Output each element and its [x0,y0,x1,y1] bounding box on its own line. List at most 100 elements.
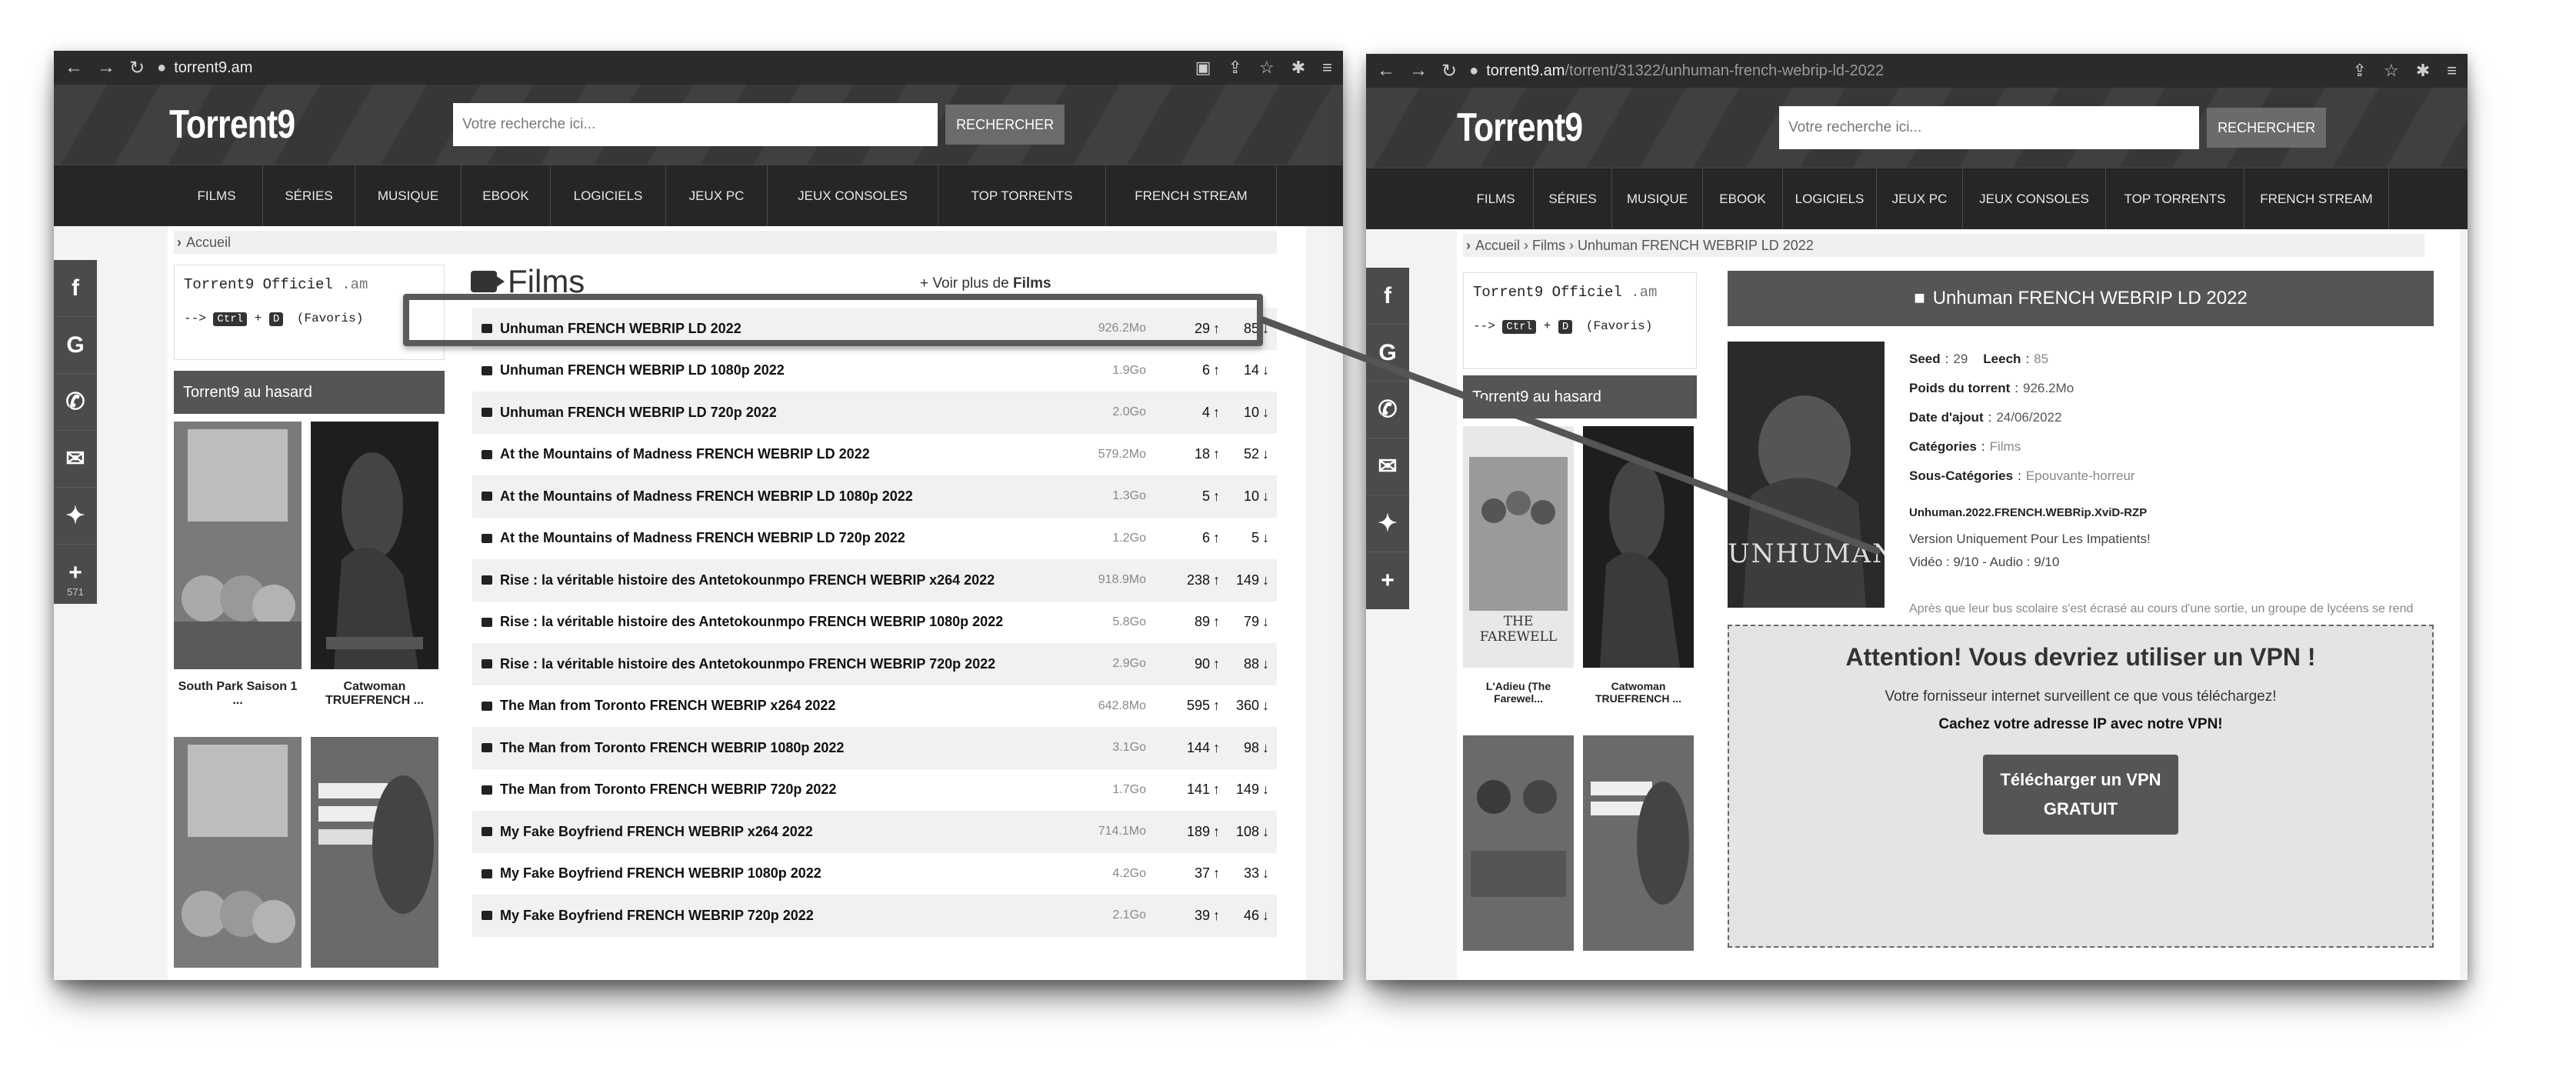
table-row[interactable]: Rise : la véritable histoire des Antetok… [472,559,1277,602]
breadcrumb-trail[interactable]: Accueil › Films › Unhuman FRENCH WEBRIP … [1475,238,1814,254]
table-row[interactable]: The Man from Toronto FRENCH WEBRIP x264 … [472,685,1277,728]
torrent-name[interactable]: Unhuman FRENCH WEBRIP LD 720p 2022 [500,405,1069,421]
menu-top-torrents[interactable]: TOP TORRENTS [2106,168,2244,230]
torrent-name[interactable]: My Fake Boyfriend FRENCH WEBRIP 720p 202… [500,908,1069,924]
menu-musique[interactable]: MUSIQUE [1612,168,1703,230]
torrent-name[interactable]: The Man from Toronto FRENCH WEBRIP x264 … [500,698,1069,714]
table-row[interactable]: My Fake Boyfriend FRENCH WEBRIP x264 202… [472,811,1277,853]
site-logo[interactable]: Torrent9 [1457,105,1583,151]
forward-icon[interactable]: → [1409,60,1428,82]
torrent-name[interactable]: At the Mountains of Madness FRENCH WEBRI… [500,530,1069,546]
messenger-icon[interactable]: ✉ [54,431,97,488]
address-bar[interactable]: torrent9.am/torrent/31322/unhuman-french… [1486,62,2352,80]
category-value[interactable]: Films [1990,439,2021,455]
torrent-name[interactable]: My Fake Boyfriend FRENCH WEBRIP x264 202… [500,824,1069,840]
menu-french-stream[interactable]: FRENCH STREAM [1106,165,1277,227]
torrent-name[interactable]: Rise : la véritable histoire des Antetok… [500,614,1069,630]
torrent-name[interactable]: Unhuman FRENCH WEBRIP LD 1080p 2022 [500,362,1069,378]
random-thumb-south-park-2[interactable] [174,737,302,968]
breadcrumb-home[interactable]: Accueil [186,235,231,251]
sidepanel-icon[interactable]: ≡ [1322,58,1332,78]
random-thumb-catwoman[interactable] [1583,426,1694,668]
back-icon[interactable]: ← [1377,60,1395,82]
random-thumb-label[interactable]: Catwoman TRUEFRENCH ... [311,680,438,708]
torrent-name[interactable]: The Man from Toronto FRENCH WEBRIP 1080p… [500,740,1069,756]
table-row[interactable]: At the Mountains of Madness FRENCH WEBRI… [472,434,1277,476]
table-row[interactable]: At the Mountains of Madness FRENCH WEBRI… [472,475,1277,518]
table-row[interactable]: Rise : la véritable histoire des Antetok… [472,643,1277,685]
plus-icon[interactable]: + [1366,552,1409,609]
download-vpn-button[interactable]: Télécharger un VPN GRATUIT [1983,755,2178,835]
see-more-films-link[interactable]: + Voir plus de Films [920,275,1051,292]
menu-films[interactable]: FILMS [171,165,263,227]
whatsapp-icon[interactable]: ✆ [1366,382,1409,438]
search-button[interactable]: RECHERCHER [2207,108,2327,148]
share-icon[interactable]: ⇪ [2353,61,2367,81]
back-icon[interactable]: ← [65,57,83,79]
random-thumb-fast-furious[interactable] [1463,735,1574,951]
menu-jeux-consoles[interactable]: JEUX CONSOLES [1963,168,2106,230]
subcategory-value[interactable]: Epouvante-horreur [2026,468,2135,484]
random-thumb-farewell[interactable]: THE FAREWELL [1463,426,1574,668]
torrent-name[interactable]: At the Mountains of Madness FRENCH WEBRI… [500,446,1069,462]
torrent-name[interactable]: The Man from Toronto FRENCH WEBRIP 720p … [500,782,1069,798]
address-bar[interactable]: torrent9.am [174,59,1195,77]
menu-logiciels[interactable]: LOGICIELS [1783,168,1877,230]
translate-icon[interactable]: ▣ [1195,58,1211,78]
table-row[interactable]: The Man from Toronto FRENCH WEBRIP 720p … [472,769,1277,812]
search-input[interactable]: Votre recherche ici... [453,103,938,146]
menu-series[interactable]: SÉRIES [263,165,355,227]
random-thumb-action[interactable] [311,737,438,968]
reload-icon[interactable]: ↻ [1441,60,1457,82]
menu-ebook[interactable]: EBOOK [1703,168,1783,230]
menu-films[interactable]: FILMS [1458,168,1534,230]
menu-french-stream[interactable]: FRENCH STREAM [2244,168,2389,230]
menu-jeux-pc[interactable]: JEUX PC [1877,168,1963,230]
menu-logiciels[interactable]: LOGICIELS [551,165,666,227]
facebook-icon[interactable]: f [54,260,97,317]
table-row[interactable]: My Fake Boyfriend FRENCH WEBRIP 720p 202… [472,895,1277,937]
star-icon[interactable]: ☆ [2384,61,2399,81]
whatsapp-icon[interactable]: ✆ [54,374,97,431]
menu-musique[interactable]: MUSIQUE [355,165,462,227]
star-icon[interactable]: ☆ [1259,58,1275,78]
google-icon[interactable]: G [1366,325,1409,382]
search-input[interactable]: Votre recherche ici... [1779,106,2200,149]
facebook-icon[interactable]: f [1366,268,1409,325]
messenger-icon[interactable]: ✉ [1366,438,1409,495]
torrent-name[interactable]: Rise : la véritable histoire des Antetok… [500,656,1069,672]
torrent-name[interactable]: Rise : la véritable histoire des Antetok… [500,572,1069,588]
table-row[interactable]: At the Mountains of Madness FRENCH WEBRI… [472,518,1277,560]
twitter-icon[interactable]: ✦ [1366,495,1409,552]
google-icon[interactable]: G [54,317,97,374]
random-thumb-action[interactable] [1583,735,1694,951]
twitter-icon[interactable]: ✦ [54,488,97,545]
menu-ebook[interactable]: EBOOK [462,165,551,227]
reload-icon[interactable]: ↻ [129,57,145,79]
table-row[interactable]: Unhuman FRENCH WEBRIP LD 1080p 2022 1.9Go… [472,350,1277,392]
arrow-down-icon: ↓ [1262,907,1269,923]
menu-jeux-pc[interactable]: JEUX PC [666,165,768,227]
random-thumb-label[interactable]: Catwoman TRUEFRENCH ... [1583,680,1694,705]
menu-top-torrents[interactable]: TOP TORRENTS [938,165,1106,227]
table-row[interactable]: My Fake Boyfriend FRENCH WEBRIP 1080p 20… [472,853,1277,895]
see-more-category: Films [1012,275,1051,292]
random-thumb-catwoman[interactable] [311,422,438,669]
extensions-icon[interactable]: ✱ [1291,58,1305,78]
site-logo[interactable]: Torrent9 [169,102,295,148]
extensions-icon[interactable]: ✱ [2416,61,2430,81]
random-thumb-south-park[interactable] [174,422,302,669]
search-button[interactable]: RECHERCHER [945,105,1065,145]
menu-jeux-consoles[interactable]: JEUX CONSOLES [768,165,938,227]
table-row[interactable]: Unhuman FRENCH WEBRIP LD 720p 2022 2.0Go 4… [472,392,1277,434]
random-thumb-label[interactable]: South Park Saison 1 ... [174,680,302,708]
random-thumb-label[interactable]: L'Adieu (The Farewel... [1463,680,1574,705]
sidepanel-icon[interactable]: ≡ [2447,61,2457,81]
share-icon[interactable]: ⇪ [1228,58,1242,78]
menu-series[interactable]: SÉRIES [1534,168,1612,230]
table-row[interactable]: Rise : la véritable histoire des Antetok… [472,602,1277,644]
table-row[interactable]: The Man from Toronto FRENCH WEBRIP 1080p… [472,727,1277,769]
forward-icon[interactable]: → [97,57,115,79]
torrent-name[interactable]: At the Mountains of Madness FRENCH WEBRI… [500,488,1069,505]
torrent-name[interactable]: My Fake Boyfriend FRENCH WEBRIP 1080p 20… [500,865,1069,882]
